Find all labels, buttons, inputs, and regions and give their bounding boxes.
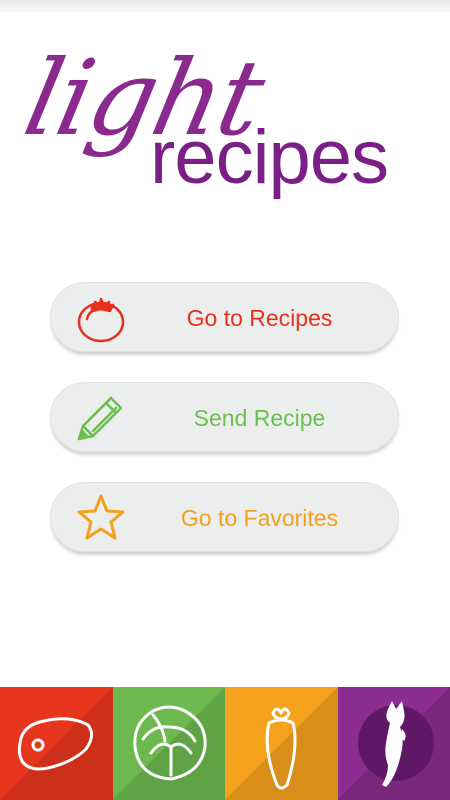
- cat-icon: [357, 701, 434, 787]
- go-to-recipes-label: Go to Recipes: [186, 305, 333, 331]
- vegetables-category-tile[interactable]: [112, 687, 225, 800]
- carrot-icon: [265, 707, 297, 790]
- tomato-icon: [73, 291, 129, 345]
- meat-icon: [17, 717, 93, 771]
- logo-word-recipes: recipes: [150, 115, 389, 200]
- cabbage-icon: [132, 705, 207, 781]
- send-recipe-button[interactable]: Send Recipe: [50, 382, 399, 452]
- app-logo: light recipes: [0, 20, 450, 220]
- carrot-category-tile[interactable]: [225, 687, 338, 800]
- go-to-favorites-button[interactable]: Go to Favorites: [50, 482, 399, 552]
- status-bar: [0, 0, 450, 12]
- category-bar: [0, 687, 450, 800]
- pencil-icon: [73, 391, 129, 445]
- cat-category-tile[interactable]: [337, 687, 450, 800]
- send-recipe-label: Send Recipe: [193, 405, 326, 431]
- meat-category-tile[interactable]: [0, 687, 113, 800]
- go-to-favorites-label: Go to Favorites: [180, 505, 339, 531]
- go-to-recipes-button[interactable]: Go to Recipes: [50, 282, 399, 352]
- star-icon: [73, 491, 129, 545]
